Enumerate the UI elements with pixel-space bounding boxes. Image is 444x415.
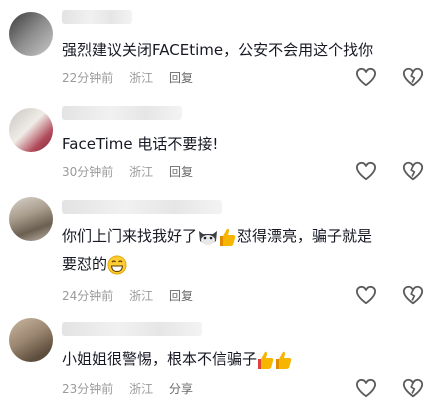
comment-location: 浙江 — [129, 165, 154, 179]
avatar[interactable] — [9, 197, 53, 241]
comment-text-part1: 小姐姐很警惕，根本不信骗子 — [62, 350, 258, 368]
comment-text: FaceTime 电话不要接! — [62, 135, 219, 153]
avatar[interactable] — [9, 12, 53, 56]
heart-outline-icon[interactable] — [355, 378, 377, 398]
comment-text: 强烈建议关闭FACEtime，公安不会用这个找你 — [62, 41, 374, 59]
comment-text-part2: 怼得漂亮，骗子就是 — [237, 227, 373, 245]
comment-time: 24分钟前 — [62, 289, 114, 303]
broken-heart-icon[interactable] — [402, 160, 424, 182]
comment-time: 22分钟前 — [62, 71, 114, 85]
comment-location: 浙江 — [129, 289, 154, 303]
username-blurred[interactable] — [62, 200, 222, 214]
cat-emoji-icon — [199, 230, 218, 245]
username-blurred[interactable] — [62, 322, 202, 336]
reply-button[interactable]: 回复 — [169, 165, 193, 179]
heart-outline-icon[interactable] — [355, 161, 377, 181]
thumbs-up-emoji-icon — [258, 351, 274, 369]
thumbs-up-emoji-icon — [276, 351, 292, 369]
comment-meta: 22分钟前 浙江 回复 — [62, 69, 205, 86]
avatar[interactable] — [9, 318, 53, 362]
username-blurred[interactable] — [62, 106, 182, 120]
username-blurred[interactable] — [62, 10, 132, 24]
broken-heart-icon[interactable] — [402, 284, 424, 306]
comment-meta: 24分钟前 浙江 回复 — [62, 287, 205, 304]
comment-text: 你们上门来找我好了 怼得漂亮，骗子就是 要怼的 — [62, 222, 426, 278]
comment-text-line2: 要怼的 — [62, 255, 108, 273]
thumbs-up-emoji-icon — [220, 228, 236, 246]
comment-location: 浙江 — [129, 382, 154, 396]
grin-emoji-icon — [107, 255, 127, 274]
comment-time: 23分钟前 — [62, 382, 114, 396]
reply-button[interactable]: 回复 — [169, 289, 193, 303]
share-button[interactable]: 分享 — [169, 382, 193, 396]
heart-outline-icon[interactable] — [355, 67, 377, 87]
broken-heart-icon[interactable] — [402, 377, 424, 399]
comment-text-part1: 你们上门来找我好了 — [62, 227, 198, 245]
comment-meta: 23分钟前 浙江 分享 — [62, 380, 205, 397]
comment-text: 小姐姐很警惕，根本不信骗子 — [62, 345, 426, 373]
comment-time: 30分钟前 — [62, 165, 114, 179]
reply-button[interactable]: 回复 — [169, 71, 193, 85]
broken-heart-icon[interactable] — [402, 66, 424, 88]
comment-meta: 30分钟前 浙江 回复 — [62, 163, 205, 180]
avatar[interactable] — [9, 108, 53, 152]
heart-outline-icon[interactable] — [355, 285, 377, 305]
comment-location: 浙江 — [129, 71, 154, 85]
